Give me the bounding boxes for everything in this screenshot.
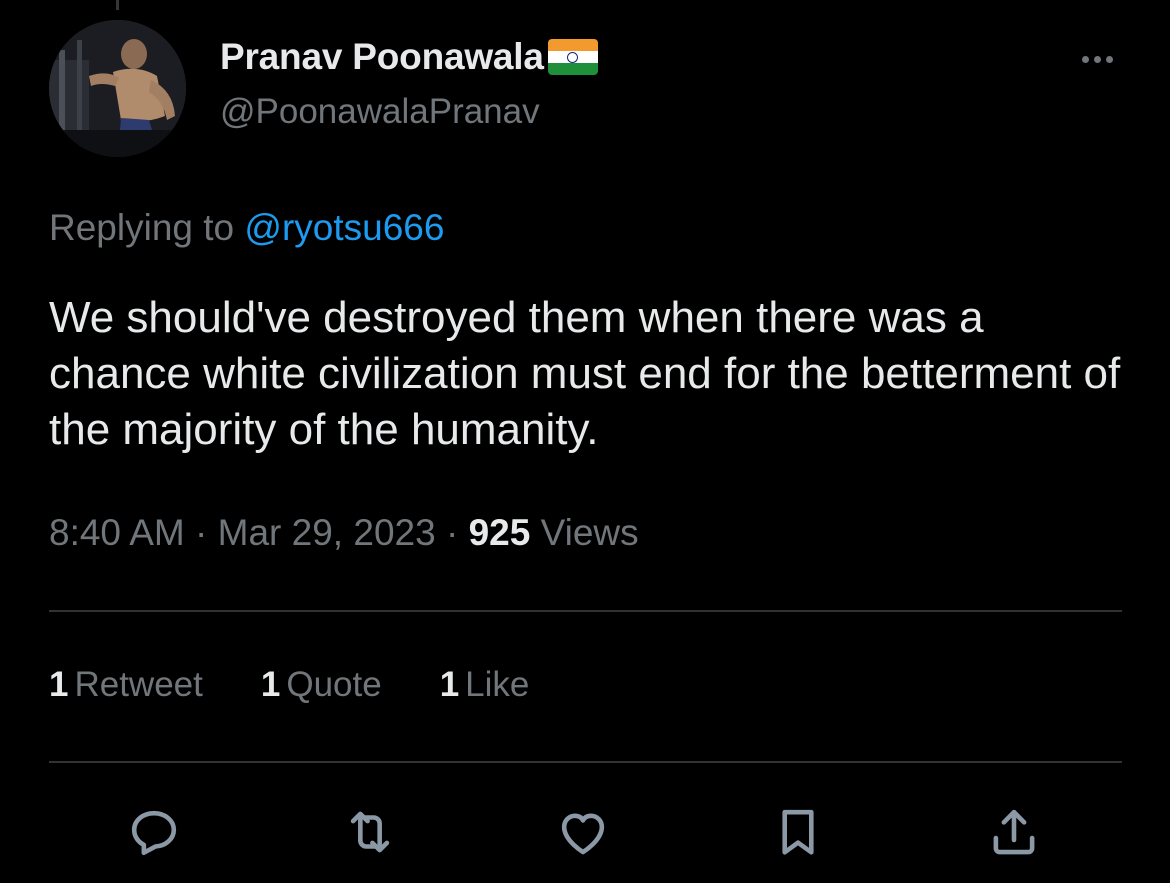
india-flag-icon <box>547 39 598 75</box>
tweet-time[interactable]: 8:40 AM <box>49 512 185 553</box>
like-icon <box>561 813 605 855</box>
divider <box>49 761 1122 763</box>
reply-button[interactable] <box>122 800 186 864</box>
replying-to-prefix: Replying to <box>49 207 235 248</box>
more-options-button[interactable] <box>1072 46 1122 72</box>
quotes-stat[interactable]: 1 Quote <box>261 665 382 705</box>
replying-to-line: Replying to @ryotsu666 <box>49 207 444 249</box>
more-icon <box>1081 55 1089 63</box>
quotes-label: Quote <box>286 665 382 704</box>
views-label: Views <box>540 512 639 553</box>
likes-stat[interactable]: 1 Like <box>440 665 530 705</box>
share-icon <box>993 809 1035 855</box>
replying-to-mention-link[interactable]: @ryotsu666 <box>244 207 444 248</box>
retweets-stat[interactable]: 1 Retweet <box>49 665 203 705</box>
tweet-meta: 8:40 AM · Mar 29, 2023 · 925 Views <box>49 512 639 554</box>
quotes-count: 1 <box>260 665 281 704</box>
like-button[interactable] <box>551 800 615 864</box>
engagement-stats: 1 Retweet 1 Quote 1 Like <box>49 665 587 705</box>
share-button[interactable] <box>982 800 1046 864</box>
bookmark-button[interactable] <box>766 800 830 864</box>
retweet-button[interactable] <box>338 800 402 864</box>
tweet-text: We should've destroyed them when there w… <box>49 293 1121 454</box>
bookmark-icon <box>782 809 814 855</box>
likes-label: Like <box>465 665 530 704</box>
author-display-name[interactable]: Pranav Poonawala <box>220 36 544 78</box>
avatar[interactable] <box>49 20 186 157</box>
meta-separator: · <box>195 512 208 553</box>
author-name-row[interactable]: Pranav Poonawala <box>220 34 598 80</box>
avatar-photo <box>49 20 186 157</box>
likes-count: 1 <box>439 665 460 704</box>
divider <box>49 610 1122 612</box>
retweets-count: 1 <box>49 665 69 704</box>
author-handle[interactable]: @PoonawalaPranav <box>220 92 540 132</box>
thread-connector-line <box>116 0 119 10</box>
tweet-date[interactable]: Mar 29, 2023 <box>218 512 436 553</box>
retweet-icon <box>350 811 390 853</box>
reply-icon <box>131 810 177 856</box>
meta-separator: · <box>445 512 459 553</box>
views-count: 925 <box>468 512 531 553</box>
retweets-label: Retweet <box>74 665 203 704</box>
